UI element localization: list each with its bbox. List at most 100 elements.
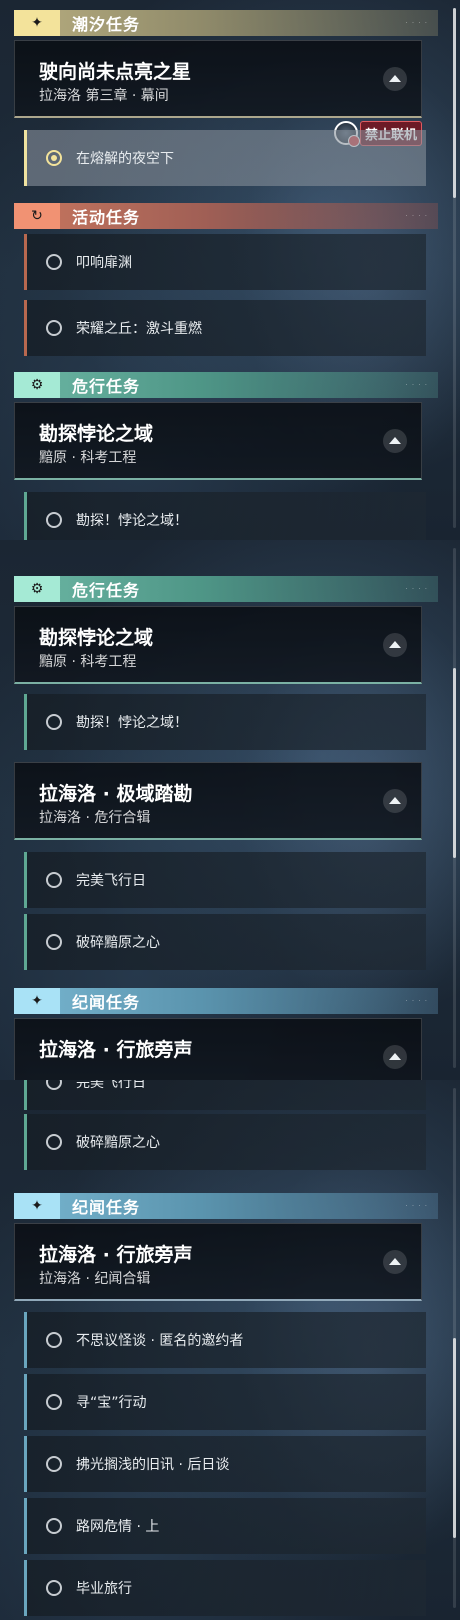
task-label: 不思议怪谈 · 匿名的邀约者 (76, 1333, 244, 1349)
scrollbar-thumb[interactable] (453, 8, 456, 198)
peril-quest-card[interactable]: 勘探悖论之域 黯原 · 科考工程 (14, 402, 422, 480)
scrollbar[interactable] (453, 1088, 456, 1608)
quest-title: 拉海洛 · 行旅旁声 (39, 1244, 193, 1266)
chron-task[interactable]: 寻“宝”行动 (24, 1374, 426, 1430)
peril-task-partial[interactable]: 完美飞行日 (24, 1080, 426, 1110)
event-quest-header: ↻ 活动任务 · · · · (14, 203, 438, 229)
radio-icon (46, 934, 62, 950)
header-title: 纪闻任务 (72, 1198, 141, 1217)
gear-icon: ⚙ (14, 576, 60, 602)
task-accent-bar (24, 914, 27, 970)
radio-icon (46, 254, 62, 270)
chron-task[interactable]: 路网危情 · 上 (24, 1498, 426, 1554)
radio-icon (46, 1394, 62, 1410)
refresh-icon: ↻ (14, 203, 60, 229)
quest-title: 拉海洛 · 极域踏勘 (39, 783, 193, 805)
header-decor: · · · · (405, 997, 428, 1005)
quest-subtitle: 拉海洛 第三章 · 幕间 (39, 88, 169, 104)
peril-quest-header: ⚙ 危行任务 · · · · (14, 372, 438, 398)
tide-quest-header: ✦ 潮汐任务 · · · · (14, 10, 438, 36)
task-accent-bar (24, 1080, 27, 1110)
radio-selected-icon (46, 150, 62, 166)
header-decor: · · · · (405, 381, 428, 389)
quest-list-panel-1: ✦ 潮汐任务 · · · · 驶向尚未点亮之星 拉海洛 第三章 · 幕间 禁止联… (0, 0, 460, 540)
quest-title: 驶向尚未点亮之星 (39, 61, 192, 83)
peril-task[interactable]: 破碎黯原之心 (24, 914, 426, 970)
chron-quest-card[interactable]: 拉海洛 · 行旅旁声 拉海洛 · 纪闻合辑 (14, 1223, 422, 1301)
radio-icon (46, 1134, 62, 1150)
sparkle-icon: ✦ (14, 988, 60, 1014)
scrollbar-thumb[interactable] (453, 1338, 456, 1538)
task-label: 勘探！悖论之域！ (76, 715, 188, 731)
task-label: 荣耀之丘：激斗重燃 (76, 321, 202, 337)
scrollbar[interactable] (453, 8, 456, 528)
radio-icon (46, 1518, 62, 1534)
task-label: 完美飞行日 (76, 1080, 146, 1091)
chevron-up-icon (389, 436, 401, 444)
gear-icon: ⚙ (14, 372, 60, 398)
task-label: 破碎黯原之心 (76, 935, 160, 951)
collapse-button[interactable] (383, 429, 407, 453)
chron-task[interactable]: 不思议怪谈 · 匿名的邀约者 (24, 1312, 426, 1368)
task-accent-bar (24, 1114, 27, 1170)
quest-subtitle: 拉海洛 · 危行合辑 (39, 810, 151, 826)
header-decor: · · · · (405, 585, 428, 593)
event-task[interactable]: 荣耀之丘：激斗重燃 (24, 300, 426, 356)
task-accent-bar (24, 1436, 27, 1492)
radio-icon (46, 872, 62, 888)
task-accent-bar (24, 1560, 27, 1616)
radio-icon (46, 1080, 62, 1090)
radio-icon (46, 1456, 62, 1472)
radio-icon (46, 1580, 62, 1596)
sparkle-icon: ✦ (14, 10, 60, 36)
peril-quest-card[interactable]: 勘探悖论之域 黯原 · 科考工程 (14, 606, 422, 684)
task-accent-bar (24, 1312, 27, 1368)
header-decor: · · · · (405, 1202, 428, 1210)
collapse-button[interactable] (383, 633, 407, 657)
task-accent-bar (24, 1374, 27, 1430)
peril-task[interactable]: 破碎黯原之心 (24, 1114, 426, 1170)
chron-quest-header: ✦ 纪闻任务 · · · · (14, 988, 438, 1014)
collapse-button[interactable] (383, 1250, 407, 1274)
radio-icon (46, 512, 62, 528)
task-label: 勘探！悖论之域！ (76, 513, 188, 529)
task-accent-bar (24, 852, 27, 908)
tide-quest-card[interactable]: 驶向尚未点亮之星 拉海洛 第三章 · 幕间 (14, 40, 422, 118)
task-accent-bar (24, 130, 27, 186)
peril-task[interactable]: 完美飞行日 (24, 852, 426, 908)
header-title: 危行任务 (72, 581, 141, 600)
quest-subtitle: 拉海洛 · 纪闻合辑 (39, 1271, 151, 1287)
task-label: 破碎黯原之心 (76, 1135, 160, 1151)
chevron-up-icon (389, 640, 401, 648)
collapse-button[interactable] (383, 789, 407, 813)
event-task[interactable]: 叩响扉渊 (24, 234, 426, 290)
chron-task[interactable]: 拂光搁浅的旧讯 · 后日谈 (24, 1436, 426, 1492)
header-title: 活动任务 (72, 208, 141, 227)
header-decor: · · · · (405, 19, 428, 27)
quest-subtitle: 黯原 · 科考工程 (39, 450, 137, 466)
quest-subtitle: 黯原 · 科考工程 (39, 654, 137, 670)
collapse-button[interactable] (383, 1045, 407, 1069)
tracked-task[interactable]: 在熔解的夜空下 (24, 130, 426, 186)
task-accent-bar (24, 300, 27, 356)
radio-icon (46, 320, 62, 336)
peril-quest-card[interactable]: 拉海洛 · 极域踏勘 拉海洛 · 危行合辑 (14, 762, 422, 840)
peril-quest-header: ⚙ 危行任务 · · · · (14, 576, 438, 602)
task-accent-bar (24, 694, 27, 750)
chron-quest-card[interactable]: 拉海洛 · 行旅旁声 (14, 1018, 422, 1080)
peril-task[interactable]: 勘探！悖论之域！ (24, 694, 426, 750)
quest-title: 勘探悖论之域 (39, 423, 154, 445)
chron-quest-header: ✦ 纪闻任务 · · · · (14, 1193, 438, 1219)
header-title: 纪闻任务 (72, 993, 141, 1012)
chron-task[interactable]: 毕业旅行 (24, 1560, 426, 1616)
peril-task-partial[interactable]: 勘探！悖论之域！ (24, 492, 426, 540)
scrollbar[interactable] (453, 548, 456, 1068)
task-label: 路网危情 · 上 (76, 1519, 160, 1535)
header-decor: · · · · (405, 212, 428, 220)
scrollbar-thumb[interactable] (453, 668, 456, 858)
collapse-button[interactable] (383, 67, 407, 91)
quest-list-panel-3: 完美飞行日 破碎黯原之心 ✦ 纪闻任务 · · · · 拉海洛 · 行旅旁声 拉… (0, 1080, 460, 1620)
chevron-up-icon (389, 1257, 401, 1265)
header-title: 潮汐任务 (72, 15, 141, 34)
task-accent-bar (24, 234, 27, 290)
